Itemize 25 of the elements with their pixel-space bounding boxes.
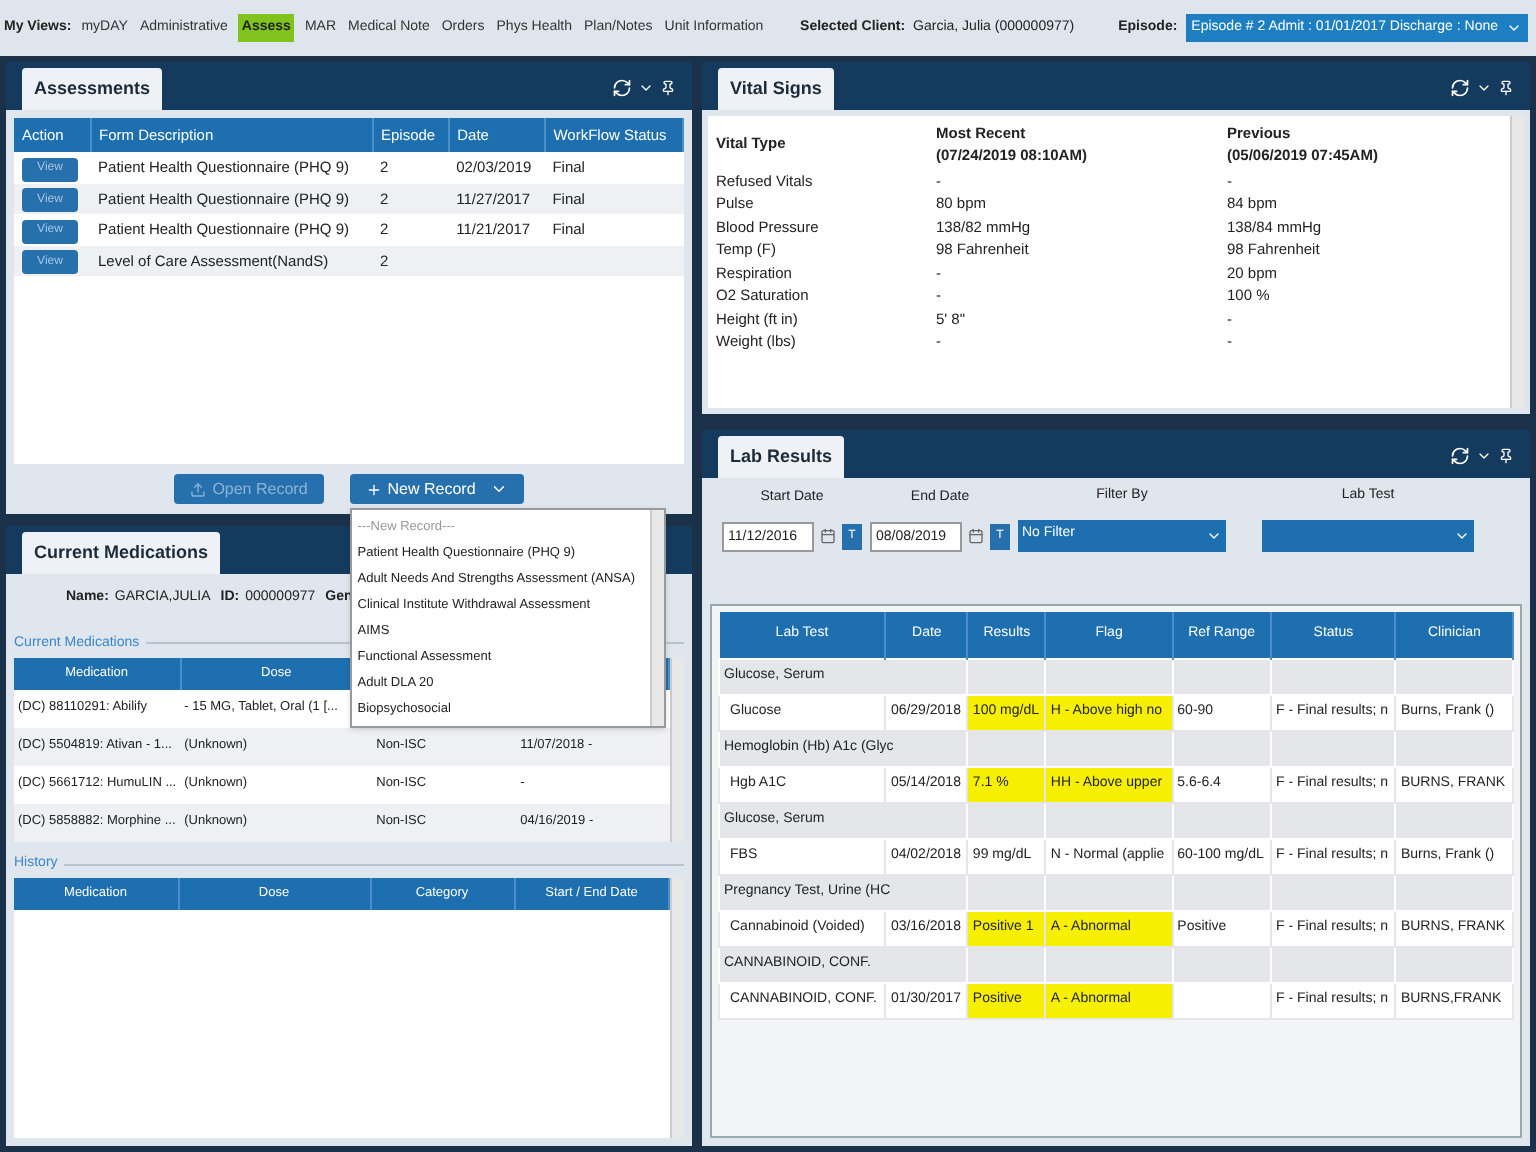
panel-tab[interactable]: Vital Signs [718, 67, 834, 110]
calendar-icon[interactable] [968, 524, 984, 548]
plus-icon [365, 481, 382, 497]
refresh-icon[interactable] [1450, 78, 1470, 98]
pin-icon[interactable] [660, 80, 676, 96]
panel-tab[interactable]: Lab Results [718, 435, 845, 478]
caret-icon [489, 480, 508, 498]
caret-icon[interactable] [1476, 448, 1492, 464]
pin-icon[interactable] [1498, 80, 1514, 96]
refresh-icon[interactable] [1450, 446, 1470, 466]
calendar-icon[interactable] [820, 524, 836, 548]
new-record-button[interactable]: New Record [349, 474, 524, 504]
panel-tab[interactable]: Current Medications [22, 531, 221, 574]
pin-icon[interactable] [1498, 448, 1514, 464]
scrollbar[interactable] [1510, 116, 1524, 408]
panel-tab[interactable]: Assessments [22, 67, 163, 110]
scrollbar[interactable] [670, 658, 684, 842]
lab-test-select[interactable] [1262, 519, 1474, 551]
caret-icon [1506, 20, 1522, 36]
scrollbar[interactable] [649, 510, 664, 726]
caret-icon[interactable] [1476, 80, 1492, 96]
upload-icon [190, 481, 207, 497]
refresh-icon[interactable] [612, 78, 632, 98]
scrollbar[interactable] [670, 878, 684, 1138]
caret-icon[interactable] [638, 80, 654, 96]
